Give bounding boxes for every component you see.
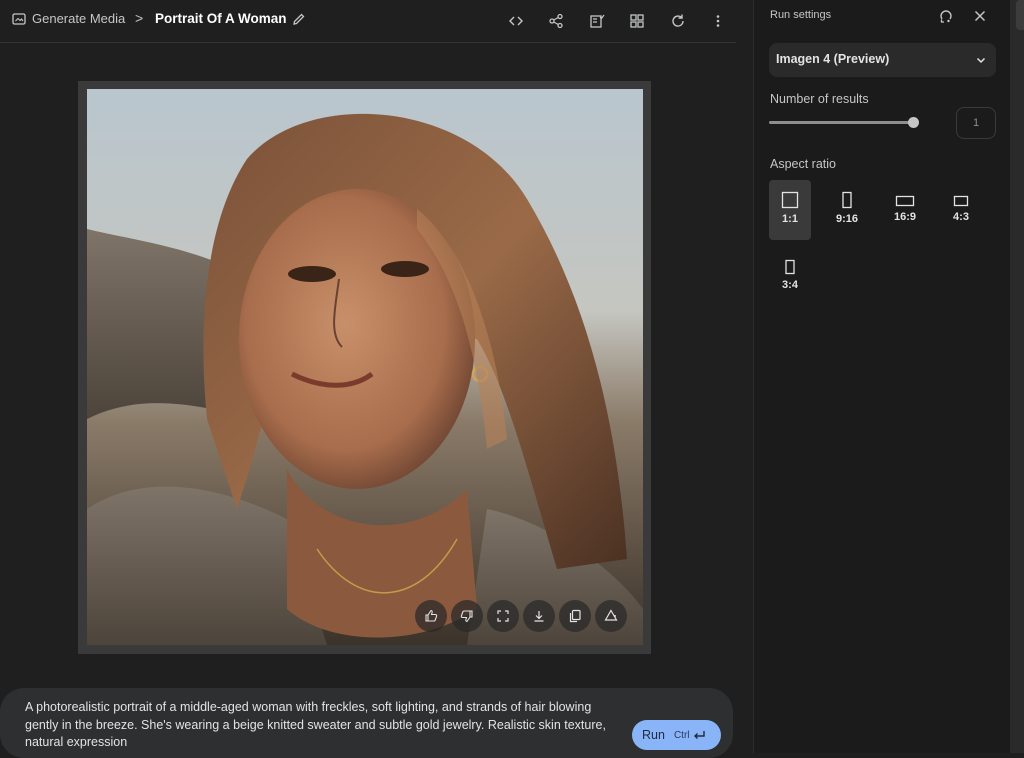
code-icon[interactable]	[506, 11, 526, 31]
thumb-up-icon[interactable]	[415, 600, 447, 632]
chevron-down-icon	[976, 57, 986, 64]
page-title: Portrait Of A Woman	[155, 11, 287, 26]
share-icon[interactable]	[546, 11, 566, 31]
outer-scroll-thumb[interactable]	[1016, 0, 1024, 30]
copy-icon[interactable]	[559, 600, 591, 632]
ratio-label: 9:16	[835, 213, 859, 225]
portrait-ratio-icon	[842, 191, 852, 209]
upload-drive-icon[interactable]	[595, 600, 627, 632]
edit-title-icon[interactable]	[292, 12, 306, 31]
reset-settings-icon[interactable]	[938, 8, 954, 24]
portrait-ratio-icon	[785, 259, 795, 275]
gallery-icon[interactable]	[627, 11, 647, 31]
results-slider-thumb[interactable]	[908, 117, 919, 128]
model-select[interactable]: Imagen 4 (Preview)	[769, 43, 996, 77]
more-vert-icon[interactable]	[708, 11, 728, 31]
number-of-results-label: Number of results	[770, 92, 869, 106]
ratio-label: 3:4	[782, 279, 798, 291]
run-shortcut-label: Ctrl	[673, 729, 690, 741]
media-icon	[12, 12, 26, 25]
run-settings-title: Run settings	[770, 9, 832, 21]
run-label: Run	[642, 728, 665, 742]
download-icon[interactable]	[523, 600, 555, 632]
ratio-4-3[interactable]: 4:3	[940, 180, 982, 240]
results-number-field[interactable]: 1	[956, 107, 996, 139]
ratio-label: 1:1	[782, 213, 798, 225]
run-shortcut: Ctrl	[674, 729, 706, 741]
landscape-ratio-icon	[895, 195, 915, 207]
prompt-text[interactable]: A photorealistic portrait of a middle-ag…	[25, 699, 625, 752]
breadcrumb-separator: >	[135, 10, 144, 26]
thumb-down-icon[interactable]	[451, 600, 483, 632]
close-icon[interactable]	[972, 8, 988, 24]
enter-key-icon	[693, 731, 705, 739]
model-select-value: Imagen 4 (Preview)	[776, 52, 890, 66]
refresh-icon[interactable]	[668, 11, 688, 31]
compare-icon[interactable]	[587, 11, 607, 31]
ratio-9-16[interactable]: 9:16	[826, 180, 868, 240]
breadcrumb-root-label: Generate Media	[32, 11, 126, 26]
ratio-3-4[interactable]: 3:4	[769, 248, 811, 308]
run-settings-panel: Run settings Imagen 4 (Preview) Number o…	[753, 0, 1010, 753]
prompt-box[interactable]: A photorealistic portrait of a middle-ag…	[0, 688, 733, 758]
breadcrumb-root[interactable]: Generate Media	[12, 11, 125, 26]
main-area: Generate Media > Portrait Of A Woman A p…	[0, 0, 736, 758]
image-action-row	[415, 600, 627, 632]
top-bar: Generate Media > Portrait Of A Woman	[0, 0, 736, 43]
ratio-1-1[interactable]: 1:1	[769, 180, 811, 240]
fullscreen-icon[interactable]	[487, 600, 519, 632]
square-ratio-icon	[781, 191, 799, 209]
run-button[interactable]: Run Ctrl	[632, 720, 721, 750]
ratio-label: 16:9	[893, 211, 917, 223]
generated-image[interactable]	[87, 89, 643, 645]
landscape-ratio-icon	[953, 195, 969, 207]
ratio-label: 4:3	[953, 211, 969, 223]
ratio-16-9[interactable]: 16:9	[884, 180, 926, 240]
outer-scrollbar[interactable]	[1010, 0, 1024, 753]
aspect-ratio-label: Aspect ratio	[770, 157, 837, 171]
results-slider-track[interactable]	[769, 121, 915, 124]
